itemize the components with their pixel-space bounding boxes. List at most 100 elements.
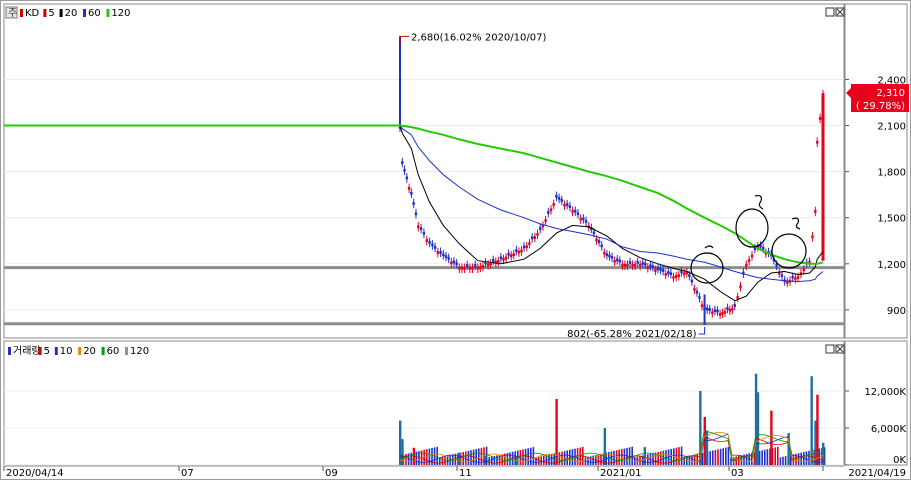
candle-body: [802, 268, 806, 272]
candle-body: [654, 269, 657, 272]
candle-body: [667, 271, 670, 275]
candle-body: [672, 276, 675, 279]
volume-bar-small: [764, 449, 766, 465]
price-legend-swatch-3: [83, 9, 86, 17]
candle-body: [731, 307, 734, 311]
candle-body: [723, 310, 727, 314]
candle-body: [674, 275, 678, 278]
candle-body: [610, 255, 614, 259]
volume-bar-small: [766, 449, 769, 465]
candle-body: [592, 231, 596, 235]
candle-body: [576, 212, 580, 216]
volume-bar-small: [470, 450, 472, 465]
volume-bar-small: [496, 455, 498, 465]
price-legend-swatch-2: [59, 9, 63, 17]
volume-bar-small: [779, 457, 782, 465]
volume-bar-small: [623, 448, 626, 465]
volume-tick-label-1: 6,000K: [871, 424, 907, 435]
price-legend-label-3: 60: [88, 8, 101, 19]
candle-body: [711, 311, 714, 315]
candle-body: [682, 272, 686, 276]
volume-bar-small: [735, 456, 737, 465]
candle-body: [716, 309, 719, 313]
candle-body: [613, 259, 616, 263]
candle-body: [517, 250, 521, 254]
candle-body: [605, 253, 609, 257]
candle-body: [536, 233, 539, 236]
candle-body: [651, 265, 655, 269]
price-legend-label-2: 20: [65, 8, 78, 19]
candle-body: [659, 268, 662, 271]
price-plot-area: [3, 3, 845, 339]
candle-body: [555, 194, 558, 198]
candle-body: [745, 263, 748, 267]
volume-bar-small: [701, 452, 704, 465]
candle-body: [791, 275, 794, 279]
candle-body: [644, 262, 647, 266]
candle-body: [436, 251, 440, 254]
candle-body: [522, 245, 526, 249]
price-legend-label-0: KD: [25, 8, 40, 19]
candle-body: [641, 261, 644, 265]
volume-bar-small: [719, 448, 722, 465]
candle-body: [600, 244, 603, 248]
volume-bar-small: [774, 447, 776, 465]
candle-body: [693, 287, 696, 291]
candle-body: [452, 260, 456, 264]
candle-body: [664, 273, 667, 276]
candle-body: [616, 258, 619, 262]
volume-bar-small: [615, 450, 618, 465]
candle-body: [761, 246, 765, 250]
stock-chart: 주 KD 5 20 60 120 2,4002,1001,8001,5001,20090…: [0, 0, 911, 480]
candle-body: [528, 242, 531, 246]
candle-body: [530, 236, 534, 240]
volume-tick-label-0: 12,000K: [864, 387, 906, 398]
candle-body: [557, 197, 561, 200]
candle-body: [486, 263, 490, 267]
volume-panel: 거래량 5 10 20 60 120 12,000K 6,000K 0K: [3, 340, 908, 466]
volume-bar-small: [514, 451, 516, 465]
candle-body: [455, 262, 458, 266]
candle-body: [633, 263, 637, 267]
volume-bar-small: [613, 450, 615, 465]
price-maximize-button[interactable]: [825, 7, 835, 17]
volume-bar-small: [714, 449, 717, 465]
price-tick-label-4: 1,200: [877, 260, 906, 271]
candle-body: [547, 211, 550, 214]
candle-body: [479, 266, 482, 269]
volume-legend-swatch-4: [101, 347, 105, 355]
volume-bar-small: [784, 456, 787, 465]
candle-body: [713, 309, 717, 312]
candle-body: [597, 240, 601, 243]
candle-body: [796, 276, 800, 279]
volume-bar-small: [727, 446, 730, 465]
volume-bar-16: [810, 376, 813, 465]
candle-body: [736, 296, 739, 299]
candle-body: [656, 267, 660, 270]
volume-bar-small: [426, 449, 428, 465]
x-tick-label-1: 07: [181, 468, 194, 479]
price-tick-label-2: 1,800: [877, 168, 906, 179]
candle-body: [646, 266, 649, 270]
volume-bar-small: [652, 453, 654, 465]
candle-body: [407, 186, 411, 190]
candle-body: [636, 261, 639, 264]
price-legend-label-1: 5: [48, 8, 54, 19]
volume-bar-small: [626, 447, 628, 465]
candle-body: [502, 257, 505, 261]
volume-bar-small: [530, 447, 532, 465]
candle-body: [422, 231, 426, 235]
candle-body: [425, 239, 428, 242]
candle-body: [549, 208, 553, 212]
candle-body: [690, 279, 694, 283]
candle-body: [582, 217, 585, 221]
volume-bar-small: [782, 456, 784, 465]
volume-bar-small: [675, 447, 678, 465]
volume-maximize-button[interactable]: [825, 344, 835, 354]
price-legend-swatch-0: [20, 9, 23, 17]
volume-bar-14: [770, 410, 773, 465]
candle-body: [509, 254, 513, 258]
price-legend: 주 KD 5 20 60 120: [5, 6, 130, 19]
candle-body: [726, 307, 729, 310]
volume-legend-label-3: 20: [83, 346, 96, 357]
